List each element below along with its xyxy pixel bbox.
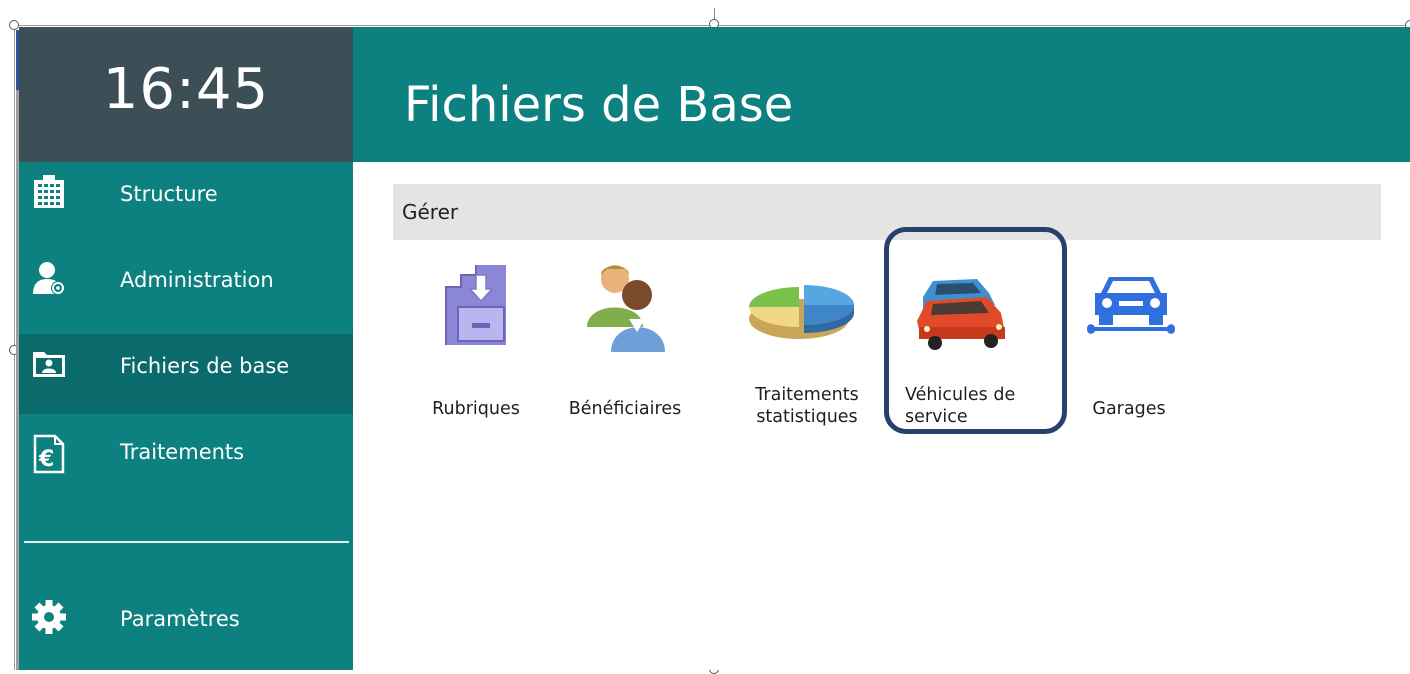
clock-panel: 16:45 — [19, 27, 353, 162]
tile-beneficiaires[interactable]: Bénéficiaires — [555, 257, 695, 437]
sidebar-item-label: Paramètres — [120, 607, 240, 631]
tile-traitements-statistiques[interactable]: Traitements statistiques — [729, 257, 869, 437]
drawer-download-icon — [406, 257, 546, 357]
sidebar-item-administration[interactable]: Administration — [19, 248, 353, 328]
clock: 16:45 — [102, 57, 270, 122]
building-icon — [31, 174, 67, 210]
tile-label: Bénéficiaires — [568, 399, 682, 419]
tile-label: Garages — [1092, 399, 1166, 419]
sidebar-item-label: Fichiers de base — [120, 354, 290, 378]
tile-rubriques[interactable]: Rubriques — [406, 257, 546, 437]
sidebar-item-fichiers-de-base[interactable]: Fichiers de base — [19, 334, 353, 414]
sidebar-divider — [24, 541, 349, 543]
sidebar-item-traitements[interactable]: € Traitements — [19, 420, 353, 500]
people-icon — [555, 257, 695, 357]
page-header: Fichiers de Base — [353, 27, 1410, 162]
euro-document-icon: € — [33, 434, 69, 474]
pie-chart-icon — [729, 257, 869, 357]
sidebar-item-structure[interactable]: Structure — [19, 162, 353, 242]
user-gear-icon — [31, 260, 67, 296]
tile-label: Rubriques — [432, 399, 520, 419]
selection-highlight — [884, 227, 1067, 434]
section-header: Gérer — [393, 184, 1381, 240]
sidebar-item-label: Structure — [120, 182, 218, 206]
section-label: Gérer — [402, 200, 459, 224]
folder-user-icon — [31, 346, 67, 382]
tile-label: statistiques — [756, 407, 858, 427]
car-wrench-icon — [1061, 257, 1201, 357]
gear-icon — [31, 599, 67, 635]
svg-text:€: € — [38, 447, 54, 472]
sidebar-item-label: Administration — [120, 268, 274, 292]
page-title: Fichiers de Base — [404, 77, 794, 133]
sidebar-item-parametres[interactable]: Paramètres — [19, 587, 353, 667]
sidebar: 16:45 Structure Administration Fichiers … — [19, 27, 353, 670]
sidebar-item-label: Traitements — [120, 440, 245, 464]
selection-handle[interactable] — [9, 20, 19, 30]
app-window: 16:45 Structure Administration Fichiers … — [19, 27, 1410, 670]
tile-garages[interactable]: Garages — [1061, 257, 1201, 437]
tile-label: Traitements — [755, 385, 859, 405]
